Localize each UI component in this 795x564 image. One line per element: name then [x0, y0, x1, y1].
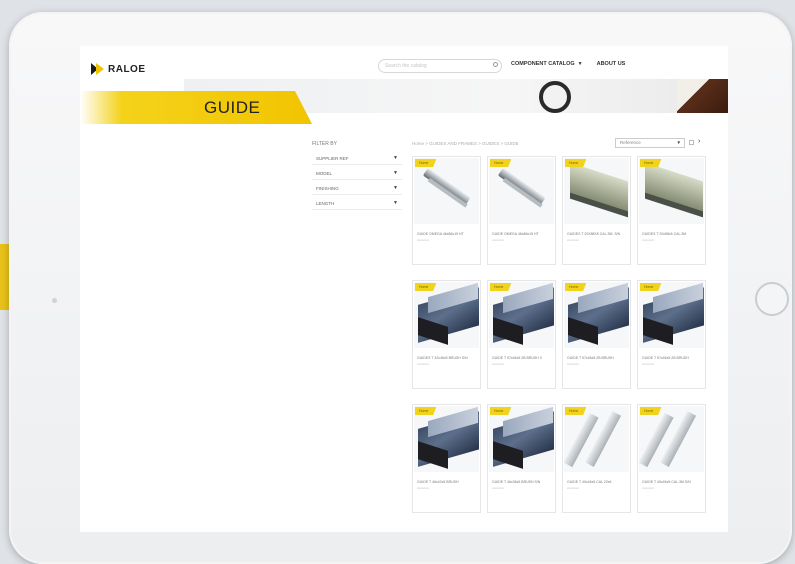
filter-label: LENGTH: [316, 201, 335, 206]
product-card[interactable]: Home GUIDES T 32x46x5 BRUSH S/N xxxxxxxx: [412, 280, 481, 389]
product-image[interactable]: Home: [639, 406, 704, 472]
product-name[interactable]: GUIDE T 46x38x5 BRUSH S/N: [492, 480, 540, 484]
product-card[interactable]: Home GUIDE T 57x46x5 2B BRUSH 3 xxxxxxxx: [487, 280, 556, 389]
product-card[interactable]: Home GUIDES T 20x88x5 CAL.3M xxxxxxxx: [637, 156, 706, 265]
product-image[interactable]: Home: [489, 158, 554, 224]
product-card[interactable]: Home GUIDE T 40x46x5 CAL 22x6 xxxxxxxx: [562, 404, 631, 513]
product-card[interactable]: Home GUIDE T 46x42x5 BRUSH xxxxxxxx: [412, 404, 481, 513]
product-name[interactable]: GUIDES T 20X88X5 CAL.3M. S/N: [567, 232, 620, 236]
product-name[interactable]: GUIDE T 57x46x5 2B BRUSH: [642, 356, 689, 360]
filter-finishing[interactable]: FINISHING ▼: [312, 182, 402, 195]
breadcrumb[interactable]: Home > GUIDES AND FRAMES > GUIDES > GUID…: [412, 141, 519, 146]
caret-down-icon: ▼: [577, 61, 583, 67]
product-image[interactable]: Home: [564, 158, 629, 224]
caret-down-icon: ▼: [393, 200, 398, 206]
product-shape: [497, 168, 546, 206]
product-badge: Home: [415, 407, 437, 415]
product-subtitle: xxxxxxxx: [567, 238, 579, 242]
product-card[interactable]: Home GUIDES T 20X88X5 CAL.3M. S/N xxxxxxxx: [562, 156, 631, 265]
filter-supplier-ref[interactable]: SUPPLIER REF ▼: [312, 152, 402, 165]
product-subtitle: xxxxxxxx: [417, 486, 429, 490]
product-badge: Home: [565, 283, 587, 291]
product-subtitle: xxxxxxxx: [567, 486, 579, 490]
grid-view-icon[interactable]: [689, 140, 694, 145]
product-card[interactable]: Home GUIDE T 46x38x5 BRUSH S/N xxxxxxxx: [487, 404, 556, 513]
product-badge: Home: [415, 159, 437, 167]
page-title: GUIDE: [204, 98, 261, 117]
filter-label: SUPPLIER REF: [316, 156, 349, 161]
sort-select[interactable]: Reference ▼: [615, 138, 685, 148]
hero-banner: GUIDE: [80, 79, 728, 124]
product-image[interactable]: Home: [639, 282, 704, 348]
home-button[interactable]: [755, 282, 789, 316]
product-subtitle: xxxxxxxx: [642, 362, 654, 366]
main-nav: COMPONENT CATALOG ▼ ABOUT US: [511, 61, 625, 67]
product-image[interactable]: Home: [564, 406, 629, 472]
caret-down-icon: ▼: [393, 155, 398, 161]
filter-label: FINISHING: [316, 186, 339, 191]
product-subtitle: xxxxxxxx: [567, 362, 579, 366]
filter-length[interactable]: LENGTH ▼: [312, 197, 402, 210]
search-box: [378, 59, 502, 73]
product-card[interactable]: Home GUIDE T 40x46x5 CAL.3M S/N xxxxxxxx: [637, 404, 706, 513]
product-name[interactable]: GUIDE OMEGA 46x86x15 HT: [492, 232, 539, 236]
product-name[interactable]: GUIDE OMEGA 46x86x15 HT: [417, 232, 464, 236]
product-image[interactable]: Home: [489, 406, 554, 472]
caret-down-icon: ▼: [393, 170, 398, 176]
product-badge: Home: [490, 283, 512, 291]
product-image[interactable]: Home: [639, 158, 704, 224]
product-badge: Home: [640, 407, 662, 415]
logo-icon: [91, 62, 105, 76]
product-name[interactable]: GUIDES T 32x46x5 BRUSH S/N: [417, 356, 468, 360]
web-page: RALOE Search the catalog COMPONENT CATAL…: [80, 46, 728, 532]
product-image[interactable]: Home: [564, 282, 629, 348]
search-icon[interactable]: [493, 62, 498, 67]
filter-title: FILTER BY: [312, 141, 337, 147]
product-subtitle: xxxxxxxx: [642, 238, 654, 242]
product-image[interactable]: Home: [414, 282, 479, 348]
product-name[interactable]: GUIDES T 20x88x5 CAL.3M: [642, 232, 686, 236]
product-subtitle: xxxxxxxx: [417, 238, 429, 242]
product-subtitle: xxxxxxxx: [492, 362, 504, 366]
product-shape: [422, 168, 471, 206]
product-subtitle: xxxxxxxx: [492, 486, 504, 490]
brand-name: RALOE: [108, 63, 146, 75]
product-subtitle: xxxxxxxx: [492, 238, 504, 242]
product-subtitle: xxxxxxxx: [642, 486, 654, 490]
product-card[interactable]: Home GUIDE T 57x46x5 2B BRUSH xxxxxxxx: [637, 280, 706, 389]
product-badge: Home: [640, 159, 662, 167]
product-name[interactable]: GUIDE T 57x46x5 2B BRUSH 3: [492, 356, 542, 360]
product-image[interactable]: Home: [489, 282, 554, 348]
product-image[interactable]: Home: [414, 158, 479, 224]
product-name[interactable]: GUIDE T 46x42x5 BRUSH: [417, 480, 459, 484]
banner-yellow-ribbon: [80, 91, 312, 124]
filter-model[interactable]: MODEL ▼: [312, 167, 402, 180]
next-page-icon[interactable]: ›: [698, 138, 700, 145]
banner-photo: [677, 79, 728, 113]
camera-icon: [52, 298, 57, 303]
caret-down-icon: ▼: [676, 140, 681, 145]
nav-about-us[interactable]: ABOUT US: [597, 61, 626, 67]
product-card[interactable]: Home GUIDE T 57x46x5 2B BRUSH xxxxxxxx: [562, 280, 631, 389]
brand-logo[interactable]: RALOE: [91, 61, 146, 77]
product-badge: Home: [565, 159, 587, 167]
product-badge: Home: [565, 407, 587, 415]
product-name[interactable]: GUIDE T 57x46x5 2B BRUSH: [567, 356, 614, 360]
product-badge: Home: [415, 283, 437, 291]
product-badge: Home: [490, 159, 512, 167]
product-name[interactable]: GUIDE T 40x46x5 CAL 22x6: [567, 480, 612, 484]
sort-selected-value: Reference: [620, 140, 641, 145]
caret-down-icon: ▼: [393, 185, 398, 191]
filter-label: MODEL: [316, 171, 333, 176]
nav-component-catalog-label: COMPONENT CATALOG: [511, 61, 575, 67]
wheel-graphic: [539, 81, 571, 113]
product-card[interactable]: Home GUIDE OMEGA 46x86x15 HT xxxxxxxx: [412, 156, 481, 265]
product-name[interactable]: GUIDE T 40x46x5 CAL.3M S/N: [642, 480, 691, 484]
product-card[interactable]: Home GUIDE OMEGA 46x86x15 HT xxxxxxxx: [487, 156, 556, 265]
product-badge: Home: [490, 407, 512, 415]
product-badge: Home: [640, 283, 662, 291]
product-subtitle: xxxxxxxx: [417, 362, 429, 366]
product-image[interactable]: Home: [414, 406, 479, 472]
nav-component-catalog[interactable]: COMPONENT CATALOG ▼: [511, 61, 583, 67]
